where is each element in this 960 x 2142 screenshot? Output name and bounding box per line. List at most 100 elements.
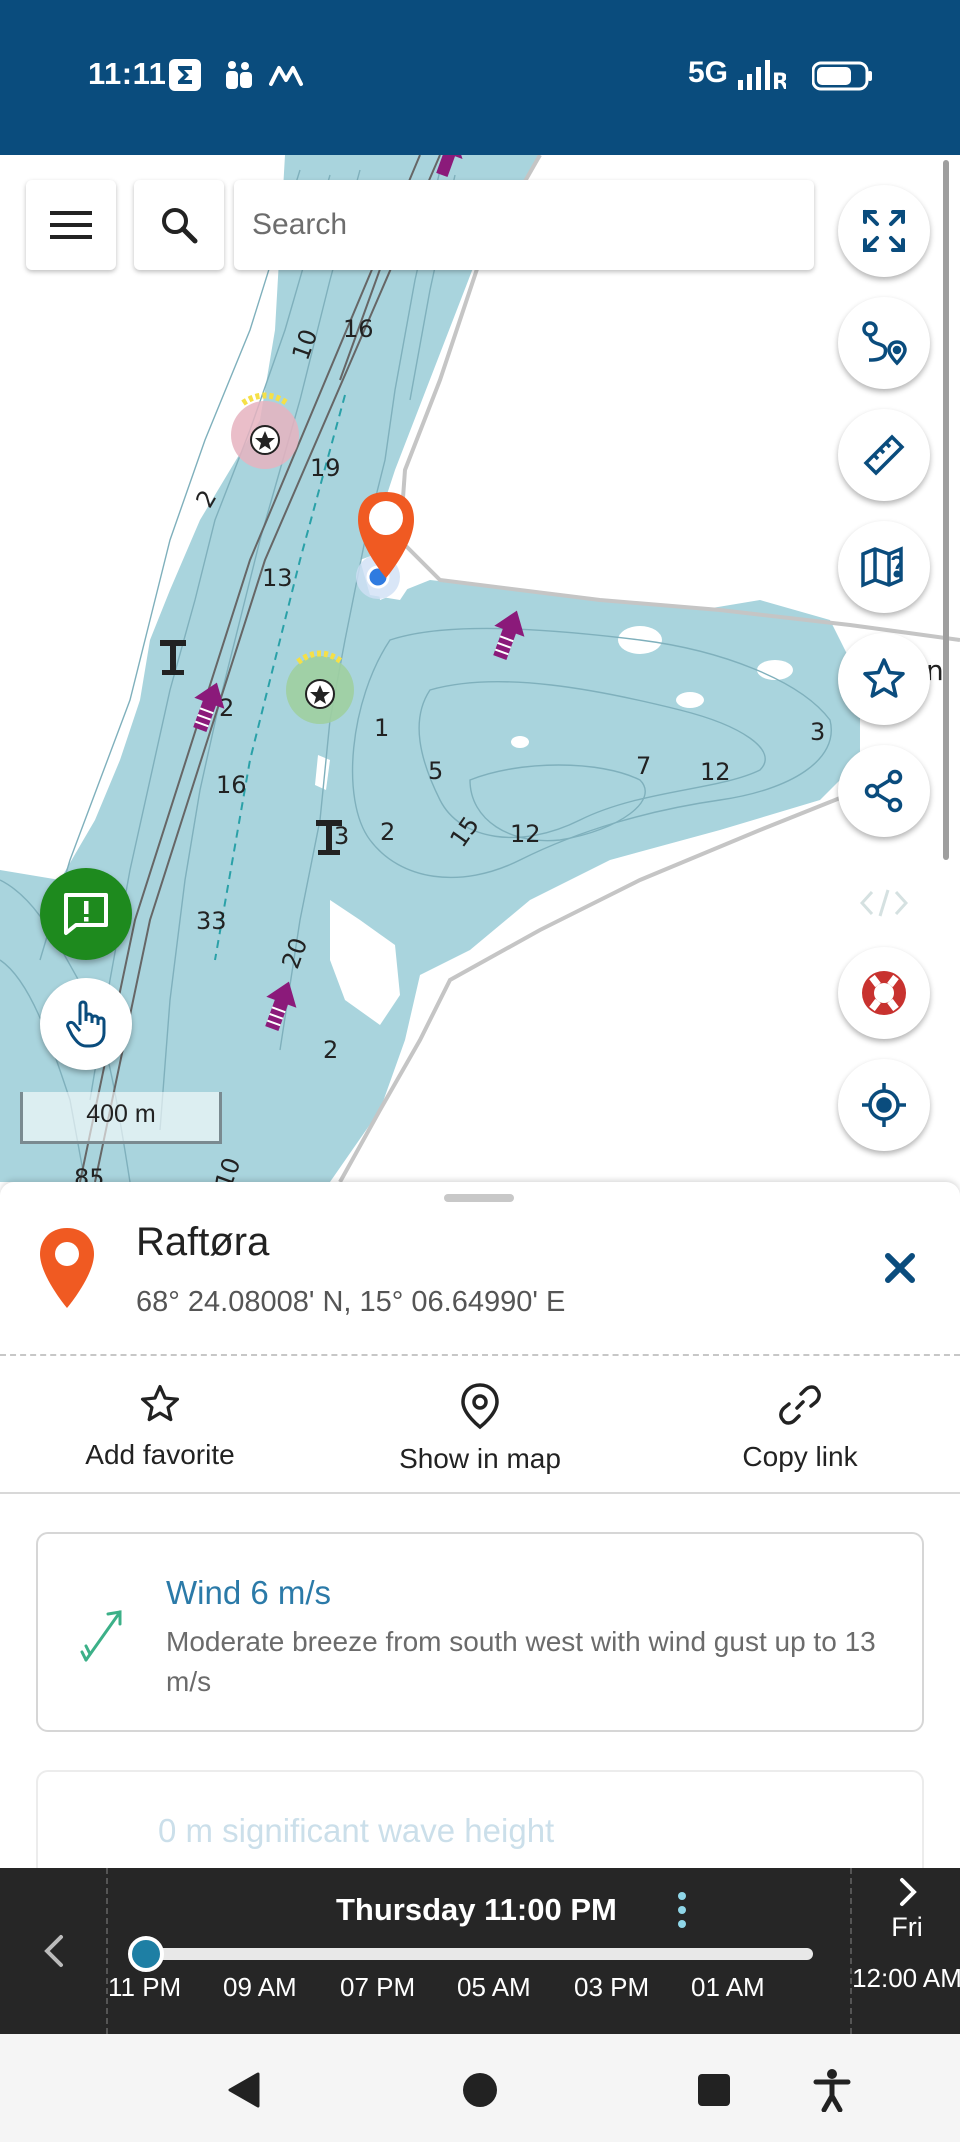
map-scroll-indicator — [943, 160, 949, 860]
lifebuoy-icon — [862, 971, 906, 1015]
divider — [0, 1492, 960, 1494]
touch-mode-button[interactable] — [40, 978, 132, 1070]
favorite-button[interactable] — [838, 633, 930, 725]
timeline-next-day: Fri — [891, 1912, 923, 1942]
timeline-tick: 07 PM — [340, 1972, 416, 2002]
map-pin-icon — [461, 1383, 499, 1430]
depth-label: 1 — [374, 714, 389, 742]
route-icon — [862, 321, 907, 366]
copy-link-label: Copy link — [742, 1441, 858, 1472]
place-bottom-sheet: Raftøra 68° 24.08008' N, 15° 06.64990' E… — [0, 1182, 960, 1872]
fullscreen-icon — [863, 210, 905, 252]
locate-button[interactable] — [838, 1059, 930, 1151]
add-favorite-label: Add favorite — [85, 1439, 235, 1470]
depth-label: 2 — [323, 1036, 338, 1064]
add-favorite-button[interactable]: Add favorite — [40, 1382, 280, 1471]
report-icon — [64, 893, 108, 935]
depth-label: 16 — [343, 315, 374, 343]
forecast-timeline: Thursday 11:00 PM 11 PM 09 AM 07 PM 05 A… — [0, 1868, 960, 2034]
depth-label: 5 — [428, 757, 443, 785]
place-coordinates: 68° 24.08008' N, 15° 06.64990' E — [136, 1286, 566, 1318]
timeline-tick: 01 AM — [691, 1972, 765, 2002]
battery-icon — [812, 61, 872, 91]
show-in-map-button[interactable]: Show in map — [360, 1382, 600, 1475]
touch-hand-icon — [66, 1000, 106, 1048]
timeline-prev-button[interactable] — [0, 1868, 108, 2034]
search-icon — [162, 208, 198, 244]
back-icon[interactable] — [224, 2070, 264, 2110]
teams-icon — [226, 61, 252, 89]
star-icon — [140, 1384, 180, 1422]
depth-label: 2 — [380, 818, 395, 846]
map-layers-button[interactable] — [838, 521, 930, 613]
timeline-next-time: 12:00 AM — [852, 1963, 960, 1993]
share-button[interactable] — [838, 745, 930, 837]
locate-icon — [862, 1083, 906, 1127]
status-time: 11:11 — [88, 56, 167, 91]
copy-link-button[interactable]: Copy link — [680, 1382, 920, 1473]
map-info-icon — [861, 546, 903, 588]
search-input[interactable] — [252, 208, 814, 242]
search-button[interactable] — [134, 180, 224, 270]
status-bar: 11:11 5G R — [0, 0, 960, 155]
favorite-star-icon — [863, 658, 905, 698]
map-scale: 400 m — [20, 1092, 222, 1144]
depth-label: 33 — [196, 907, 227, 935]
wave-card[interactable]: 0 m significant wave height — [36, 1770, 924, 1872]
recents-icon[interactable] — [696, 2072, 732, 2108]
depth-label: 3 — [810, 718, 825, 746]
depth-label: 13 — [262, 564, 293, 592]
place-pin-icon — [40, 1228, 94, 1308]
fullscreen-button[interactable] — [838, 185, 930, 277]
depth-label: 12 — [510, 820, 541, 848]
m-app-icon — [269, 66, 303, 86]
emergency-button[interactable] — [838, 947, 930, 1039]
wind-direction-icon — [80, 1610, 122, 1662]
ruler-icon — [863, 434, 905, 476]
menu-button[interactable] — [26, 180, 116, 270]
wind-description: Moderate breeze from south west with win… — [166, 1626, 876, 1697]
sheet-drag-handle[interactable] — [444, 1194, 514, 1202]
route-button[interactable] — [838, 297, 930, 389]
embed-button[interactable] — [838, 857, 930, 949]
timeline-slider-thumb[interactable] — [128, 1936, 164, 1972]
timeline-current-time: Thursday 11:00 PM — [336, 1892, 617, 1927]
depth-label: 12 — [700, 758, 731, 786]
home-icon[interactable] — [460, 2070, 500, 2110]
chevron-left-icon — [44, 1935, 63, 1967]
sigma-app-icon — [169, 59, 201, 91]
signal-icon: R — [738, 60, 786, 92]
chevron-right-icon — [900, 1878, 917, 1906]
system-nav-bar — [0, 2034, 960, 2142]
svg-text:R: R — [772, 70, 786, 92]
more-options-icon[interactable] — [672, 1888, 692, 1932]
close-icon[interactable] — [880, 1248, 920, 1288]
search-field[interactable] — [234, 180, 814, 270]
accessibility-icon[interactable] — [812, 2068, 852, 2112]
wind-card[interactable]: Wind 6 m/s Moderate breeze from south we… — [36, 1532, 924, 1732]
network-type: 5G — [688, 56, 729, 89]
report-button[interactable] — [40, 868, 132, 960]
app-root: 11:11 5G R 16 10 19 2 13 2 16 1 5 7 12 3… — [0, 0, 960, 2142]
timeline-tick: 05 AM — [457, 1972, 531, 2002]
wind-title: Wind 6 m/s — [166, 1574, 332, 1611]
timeline-next-button[interactable]: Fri 12:00 AM — [850, 1868, 960, 2034]
timeline-track[interactable] — [145, 1948, 813, 1960]
depth-label: 85 — [74, 1164, 105, 1182]
wave-title: 0 m significant wave height — [158, 1812, 555, 1849]
place-name: Raftøra — [136, 1220, 270, 1264]
link-icon — [779, 1385, 821, 1425]
timeline-tick: 11 PM — [108, 1972, 182, 2002]
show-in-map-label: Show in map — [399, 1443, 561, 1474]
timeline-tick: 03 PM — [574, 1972, 650, 2002]
nautical-map[interactable]: 16 10 19 2 13 2 16 1 5 7 12 3 3 2 15 12 … — [0, 155, 960, 1182]
map-chart[interactable]: 16 10 19 2 13 2 16 1 5 7 12 3 3 2 15 12 … — [0, 155, 960, 1182]
measure-button[interactable] — [838, 409, 930, 501]
depth-label: 19 — [310, 454, 341, 482]
depth-label: 3 — [334, 822, 349, 850]
depth-label: 7 — [636, 752, 651, 780]
embed-code-icon — [860, 889, 908, 917]
timeline-tick: 09 AM — [223, 1972, 297, 2002]
hamburger-menu-icon — [50, 211, 92, 239]
depth-label: 16 — [216, 771, 247, 799]
